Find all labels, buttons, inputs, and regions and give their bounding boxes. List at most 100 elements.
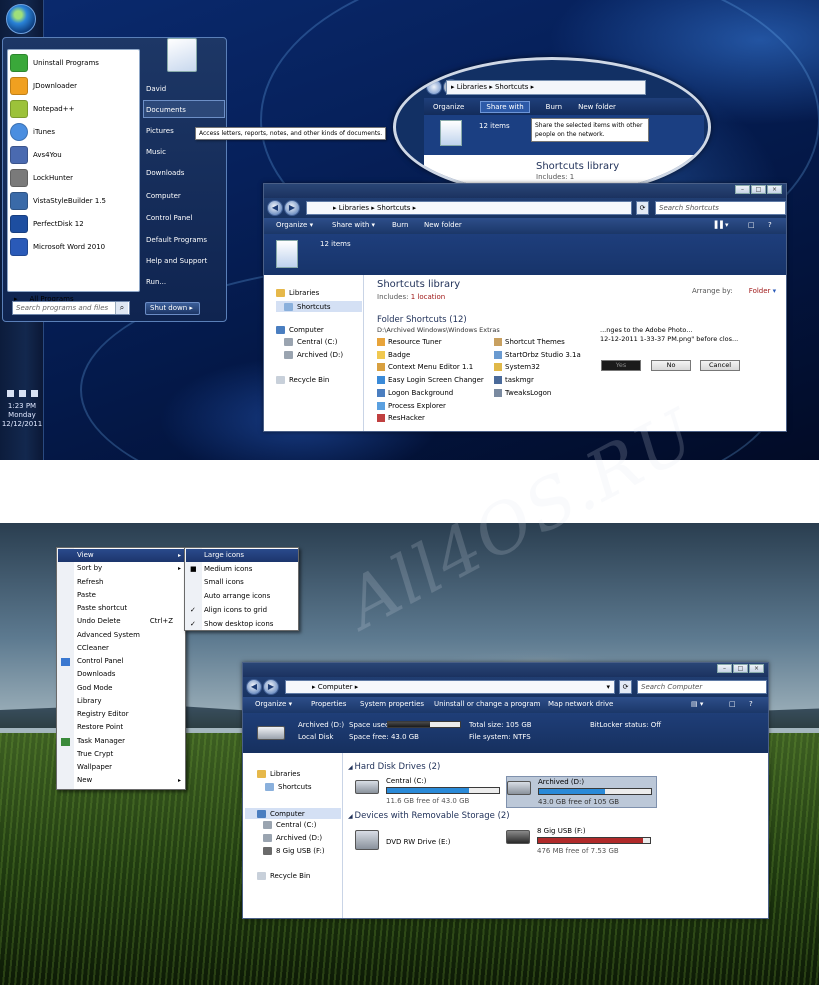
dialog-yes-button[interactable]: Yes [601, 360, 641, 371]
file-item[interactable]: Process Explorer [377, 401, 446, 410]
shutdown-button[interactable]: Shut down ▸ [145, 302, 200, 315]
context-menu-item[interactable]: Task Manager [58, 735, 185, 748]
search-input[interactable]: Search Shortcuts [655, 201, 786, 215]
start-link-control-panel[interactable]: Control Panel [146, 209, 226, 227]
start-link-run[interactable]: Run... [146, 273, 226, 291]
new-folder-button[interactable]: New folder [424, 221, 462, 229]
file-item[interactable]: StartOrbz Studio 3.1a [494, 350, 581, 359]
drive-tile-archived[interactable]: Archived (D:) 43.0 GB free of 105 GB [506, 776, 657, 808]
view-submenu-item[interactable]: Small icons [186, 576, 298, 589]
nav-recycle-bin[interactable]: Recycle Bin [257, 872, 310, 880]
minimize-icon[interactable]: – [735, 185, 750, 194]
file-item[interactable]: System32 [494, 363, 540, 372]
file-item[interactable]: Resource Tuner [377, 338, 442, 346]
file-item[interactable]: Badge [377, 350, 410, 359]
dialog-no-button[interactable]: No [651, 360, 691, 371]
organize-button[interactable]: Organize [255, 700, 292, 708]
nav-libraries[interactable]: Libraries [276, 289, 319, 297]
nav-computer[interactable]: Computer [276, 326, 324, 334]
context-menu-item[interactable]: Wallpaper [58, 761, 185, 774]
context-menu-item[interactable]: True Crypt [58, 748, 185, 761]
context-menu-item[interactable]: Restore Point [58, 721, 185, 734]
refresh-icon[interactable]: ⟳ [636, 201, 649, 215]
magnified-organize[interactable]: Organize [433, 103, 464, 111]
context-menu-item[interactable]: New ▸ [58, 774, 185, 787]
search-icon[interactable]: ⌕ [115, 302, 128, 314]
nav-recycle-bin[interactable]: Recycle Bin [276, 376, 329, 384]
start-link-default-programs[interactable]: Default Programs [146, 231, 226, 249]
start-link-downloads[interactable]: Downloads [146, 164, 226, 182]
program-notepadpp[interactable]: Notepad++ [10, 98, 74, 120]
file-item[interactable]: TweaksLogon [494, 388, 551, 397]
nav-central[interactable]: Central (C:) [263, 821, 316, 829]
share-with-button[interactable]: Share with [332, 221, 375, 229]
context-menu-item[interactable]: Paste [58, 589, 185, 602]
nav-computer[interactable]: Computer [245, 808, 341, 819]
network-icon[interactable] [6, 390, 14, 397]
organize-button[interactable]: Organize [276, 221, 313, 229]
file-item[interactable]: Easy Login Screen Changer [377, 376, 484, 385]
maximize-icon[interactable]: □ [751, 185, 766, 194]
arrange-by-folder-dropdown[interactable]: Folder [749, 287, 771, 295]
maximize-icon[interactable]: □ [733, 664, 748, 673]
magnified-share-with[interactable]: Share with [480, 100, 530, 113]
file-item[interactable]: Context Menu Editor 1.1 [377, 363, 473, 372]
volume-icon[interactable] [30, 390, 38, 397]
title-bar[interactable]: – □ × [264, 184, 786, 198]
nav-archived[interactable]: Archived (D:) [263, 834, 322, 842]
start-link-help[interactable]: Help and Support [146, 252, 226, 270]
program-lockhunter[interactable]: LockHunter [10, 167, 73, 189]
context-menu-item[interactable]: Sort by ▸ [58, 562, 185, 575]
start-orb-icon[interactable] [6, 4, 36, 34]
dialog-cancel-button[interactable]: Cancel [700, 360, 740, 371]
file-item[interactable]: Logon Background [377, 388, 453, 397]
view-submenu-item[interactable]: ■ Medium icons [186, 563, 298, 576]
view-submenu-item[interactable]: ✓ Show desktop icons [186, 618, 298, 631]
refresh-icon[interactable]: ⟳ [619, 680, 632, 694]
help-icon[interactable]: ? [768, 221, 772, 229]
drive-tile-dvd[interactable]: DVD RW Drive (E:) [355, 828, 505, 858]
file-item[interactable]: ResHacker [377, 414, 425, 423]
program-jdownloader[interactable]: JDownloader [10, 75, 77, 97]
program-perfectdisk[interactable]: PerfectDisk 12 [10, 213, 84, 235]
magnified-address-bar[interactable]: ▸ Libraries ▸ Shortcuts ▸ [446, 80, 646, 95]
view-options-icon[interactable]: ▐▐ ▾ [712, 221, 729, 229]
title-bar[interactable]: – □ × [243, 663, 768, 677]
view-submenu-item[interactable]: ✓ Align icons to grid [186, 604, 298, 617]
magnified-new-folder[interactable]: New folder [578, 103, 616, 111]
program-avs4you[interactable]: Avs4You [10, 144, 62, 166]
context-menu-item[interactable]: Control Panel [58, 655, 185, 668]
address-bar[interactable]: ▸ Computer ▸ ▾ [285, 680, 615, 694]
preview-pane-icon[interactable]: □ [729, 700, 736, 708]
drive-tile-central[interactable]: Central (C:) 11.6 GB free of 43.0 GB [355, 776, 505, 808]
start-link-computer[interactable]: Computer [146, 187, 226, 205]
burn-button[interactable]: Burn [392, 221, 408, 229]
program-uninstall-programs[interactable]: Uninstall Programs [10, 52, 99, 74]
address-bar[interactable]: ▸ Libraries ▸ Shortcuts ▸ [306, 201, 632, 215]
file-item[interactable]: taskmgr [494, 376, 534, 385]
context-menu-item[interactable]: Library [58, 695, 185, 708]
map-network-drive-button[interactable]: Map network drive [548, 700, 613, 708]
help-icon[interactable]: ? [749, 700, 753, 708]
forward-icon[interactable]: ▶ [284, 200, 300, 216]
nav-archived[interactable]: Archived (D:) [284, 351, 343, 359]
context-menu-item[interactable]: Paste shortcut [58, 602, 185, 615]
start-link-documents[interactable]: Documents [143, 100, 225, 118]
view-options-icon[interactable]: ▤ ▾ [691, 700, 703, 708]
system-properties-button[interactable]: System properties [360, 700, 424, 708]
back-icon[interactable]: ◀ [246, 679, 262, 695]
start-link-david[interactable]: David [146, 80, 226, 98]
program-itunes[interactable]: iTunes [10, 121, 55, 143]
start-search-input[interactable]: Search programs and files [12, 301, 130, 315]
search-input[interactable]: Search Computer [637, 680, 767, 694]
minimize-icon[interactable]: – [717, 664, 732, 673]
close-icon[interactable]: × [749, 664, 764, 673]
properties-button[interactable]: Properties [311, 700, 346, 708]
preview-pane-icon[interactable]: □ [748, 221, 755, 229]
back-icon[interactable] [426, 79, 442, 95]
nav-shortcuts[interactable]: Shortcuts [265, 783, 311, 791]
program-vistastylebuilder[interactable]: VistaStyleBuilder 1.5 [10, 190, 106, 212]
context-menu-item[interactable]: Downloads [58, 668, 185, 681]
context-menu-item[interactable]: View ▸ [58, 549, 185, 562]
file-item[interactable]: Shortcut Themes [494, 338, 565, 346]
